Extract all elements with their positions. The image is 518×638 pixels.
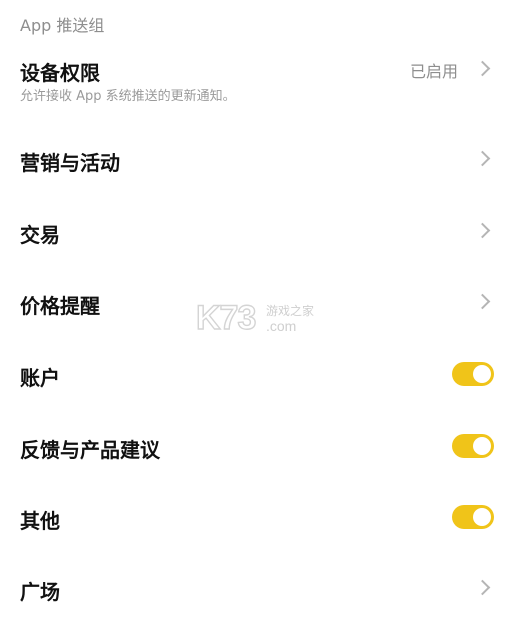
svg-text:K73: K73 xyxy=(196,299,255,337)
row-account: 账户 xyxy=(0,346,518,402)
row-subtitle: 允许接收 App 系统推送的更新通知。 xyxy=(20,89,236,104)
chevron-right-icon xyxy=(474,222,491,239)
chevron-right-icon xyxy=(474,293,491,310)
row-title: 营销与活动 xyxy=(20,151,120,175)
section-header: App 推送组 xyxy=(20,16,105,35)
row-device-permission[interactable]: 设备权限 允许接收 App 系统推送的更新通知。 已启用 xyxy=(0,52,518,108)
other-toggle[interactable] xyxy=(452,505,494,529)
chevron-right-icon xyxy=(474,150,491,167)
watermark-logo: K73 游戏之家 .com xyxy=(196,298,314,337)
row-feedback: 反馈与产品建议 xyxy=(0,418,518,474)
toggle-knob xyxy=(473,508,491,526)
chevron-right-icon xyxy=(474,60,491,77)
row-marketing-activities[interactable]: 营销与活动 xyxy=(0,131,518,187)
toggle-knob xyxy=(473,437,491,455)
row-square[interactable]: 广场 xyxy=(0,560,518,616)
row-title: 交易 xyxy=(20,223,60,247)
feedback-toggle[interactable] xyxy=(452,434,494,458)
row-title: 账户 xyxy=(20,366,60,390)
row-title: 价格提醒 xyxy=(20,294,100,318)
svg-text:游戏之家: 游戏之家 xyxy=(266,303,314,318)
status-text: 已启用 xyxy=(409,62,458,81)
row-other: 其他 xyxy=(0,489,518,545)
account-toggle[interactable] xyxy=(452,362,494,386)
chevron-right-icon xyxy=(474,579,491,596)
row-title: 其他 xyxy=(20,509,60,533)
row-trading[interactable]: 交易 xyxy=(0,203,518,259)
row-title: 广场 xyxy=(20,580,60,604)
toggle-knob xyxy=(473,365,491,383)
svg-text:.com: .com xyxy=(266,318,296,334)
row-title: 设备权限 xyxy=(20,61,100,85)
row-title: 反馈与产品建议 xyxy=(20,438,160,462)
